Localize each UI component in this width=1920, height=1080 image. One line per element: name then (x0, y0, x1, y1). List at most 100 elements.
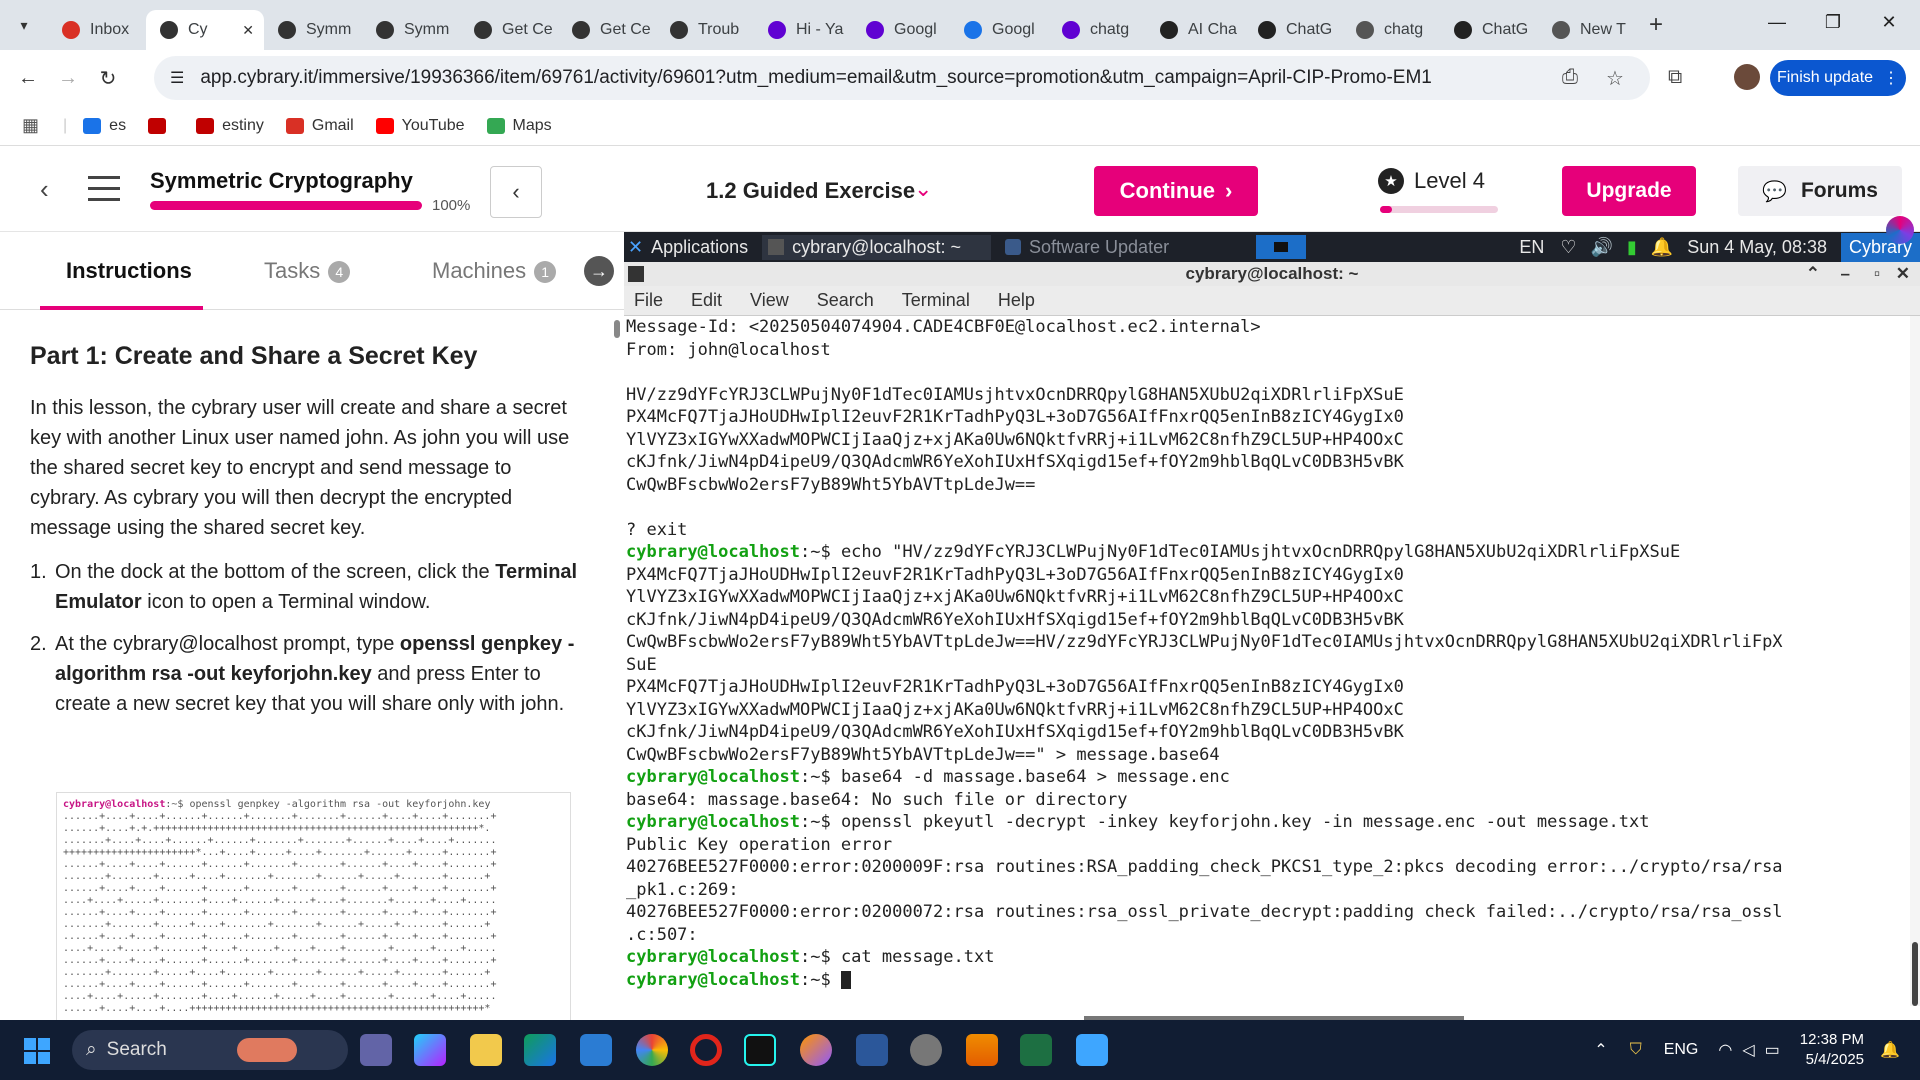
browser-tab[interactable]: Googl (852, 10, 950, 50)
notification-bell-icon[interactable]: 🔔 (1651, 237, 1673, 258)
assistant-extension-icon[interactable] (1886, 216, 1914, 244)
photos-icon[interactable] (1076, 1034, 1108, 1066)
taskbar-updater-item[interactable]: Software Updater (1005, 237, 1169, 258)
chrome-icon[interactable] (636, 1034, 668, 1066)
extensions-icon[interactable]: ⧉ (1668, 66, 1682, 89)
taskbar-search[interactable]: ⌕ Search (72, 1030, 348, 1070)
tab-tasks[interactable]: Tasks 4 (264, 258, 351, 284)
workspace-switcher[interactable] (1256, 235, 1306, 259)
browser-tab[interactable]: Get Ce (558, 10, 656, 50)
browser-tab[interactable]: chatg (1342, 10, 1440, 50)
previous-activity-button[interactable]: ‹ (490, 166, 542, 218)
wifi-icon[interactable]: ♡ (1560, 237, 1576, 258)
store-icon[interactable] (580, 1034, 612, 1066)
terminal-output[interactable]: Message-Id: <20250504074904.CADE4CBF0E@l… (624, 316, 1910, 1006)
maximize-button[interactable]: ❐ (1818, 12, 1848, 33)
vlc-icon[interactable] (966, 1034, 998, 1066)
keyboard-layout-indicator[interactable]: EN (1519, 237, 1544, 258)
browser-tab[interactable]: AI Cha (1146, 10, 1244, 50)
taskbar-clock[interactable]: 12:38 PM 5/4/2025 (1800, 1030, 1864, 1070)
minimize-icon[interactable]: – (1841, 262, 1850, 286)
copilot-icon[interactable] (414, 1034, 446, 1066)
site-info-icon[interactable]: ☰ (170, 68, 184, 88)
browser-tab[interactable]: chatg (1048, 10, 1146, 50)
bookmark-item[interactable]: Gmail (285, 117, 354, 135)
menu-edit[interactable]: Edit (691, 290, 722, 311)
browser-tab[interactable]: ChatG (1440, 10, 1538, 50)
apps-grid-icon[interactable]: ▦ (22, 115, 39, 136)
battery-icon[interactable]: ▭ (1765, 1040, 1780, 1060)
tab-machines[interactable]: Machines 1 (432, 258, 557, 284)
panel-clock[interactable]: Sun 4 May, 08:38 (1687, 237, 1827, 258)
install-app-icon[interactable]: ⎙ (1562, 66, 1578, 89)
profile-avatar[interactable] (1734, 64, 1760, 90)
more-menu-icon[interactable]: ⋮ (1883, 68, 1899, 88)
chevron-down-icon[interactable]: ⌄ (914, 176, 932, 202)
finish-update-button[interactable]: Finish update ⋮ (1770, 60, 1906, 96)
new-tab-button[interactable]: + (1636, 11, 1676, 39)
terminal-scrollbar-thumb[interactable] (1912, 942, 1918, 1006)
browser-tab[interactable]: Symm (264, 10, 362, 50)
menu-file[interactable]: File (634, 290, 663, 311)
bookmark-star-icon[interactable]: ☆ (1606, 66, 1624, 91)
menu-view[interactable]: View (750, 290, 789, 311)
battery-icon[interactable]: ▮ (1627, 237, 1637, 258)
volume-icon[interactable]: ◁ (1742, 1040, 1754, 1060)
bookmark-item[interactable]: es (83, 117, 126, 135)
menu-terminal[interactable]: Terminal (902, 290, 970, 311)
tabs-next-arrow-icon[interactable]: → (584, 256, 614, 286)
close-tab-icon[interactable]: ✕ (242, 22, 254, 39)
bookmark-item[interactable]: Maps (486, 117, 552, 135)
back-icon[interactable]: ← (8, 67, 48, 90)
exercise-title[interactable]: 1.2 Guided Exercise (706, 178, 915, 204)
tiktok-icon[interactable] (744, 1034, 776, 1066)
input-language[interactable]: ENG (1664, 1041, 1699, 1059)
wifi-icon[interactable]: ◠ (1718, 1040, 1732, 1060)
browser-tab[interactable]: Symm (362, 10, 460, 50)
close-icon[interactable]: ✕ (1896, 262, 1910, 286)
close-window-button[interactable]: ✕ (1874, 12, 1904, 33)
upgrade-button[interactable]: Upgrade (1562, 166, 1696, 216)
tab-instructions[interactable]: Instructions (66, 258, 192, 284)
menu-search[interactable]: Search (817, 290, 874, 311)
bookmark-item[interactable]: estiny (196, 117, 264, 135)
bookmark-item[interactable]: YouTube (375, 117, 465, 135)
volume-icon[interactable]: 🔊 (1590, 237, 1612, 258)
firefox-icon[interactable] (800, 1034, 832, 1066)
windows-start-icon[interactable] (24, 1038, 50, 1064)
reload-icon[interactable]: ↻ (88, 66, 128, 91)
forward-icon[interactable]: → (48, 67, 88, 90)
settings-gear-icon[interactable] (910, 1034, 942, 1066)
security-shield-icon[interactable]: ⛉ (1630, 1041, 1642, 1059)
teams-icon[interactable] (360, 1034, 392, 1066)
tab-search-dropdown-icon[interactable]: ▾ (0, 0, 48, 50)
excel-icon[interactable] (1020, 1034, 1052, 1066)
browser-tab[interactable]: Hi - Ya (754, 10, 852, 50)
minimize-button[interactable]: — (1762, 12, 1792, 33)
continue-button[interactable]: Continue › (1094, 166, 1258, 216)
forums-button[interactable]: 💬 Forums (1738, 166, 1902, 216)
terminal-scrollbar[interactable] (1910, 316, 1920, 1006)
maximize-icon[interactable]: ▫ (1874, 262, 1880, 286)
notification-bell-icon[interactable]: 🔔 (1880, 1040, 1900, 1060)
back-to-course-icon[interactable]: ‹ (40, 174, 49, 205)
browser-tab[interactable]: Troub (656, 10, 754, 50)
browser-tab[interactable]: Get Ce (460, 10, 558, 50)
menu-help[interactable]: Help (998, 290, 1035, 311)
word-icon[interactable] (856, 1034, 888, 1066)
bookmark-item[interactable] (148, 117, 174, 135)
file-explorer-icon[interactable] (470, 1034, 502, 1066)
taskbar-terminal-item[interactable]: cybrary@localhost: ~ (762, 234, 991, 260)
instructions-scrollbar[interactable] (612, 310, 622, 1010)
browser-tab[interactable]: Googl (950, 10, 1048, 50)
shade-icon[interactable]: ⌃ (1806, 262, 1820, 286)
opera-icon[interactable] (690, 1034, 722, 1066)
chevron-up-icon[interactable]: ⌃ (1594, 1040, 1607, 1060)
browser-tab[interactable]: Cy ✕ (146, 10, 264, 50)
applications-menu[interactable]: ✕ Applications (628, 237, 748, 258)
browser-tab[interactable]: ChatG (1244, 10, 1342, 50)
address-bar[interactable]: ☰ app.cybrary.it/immersive/19936366/item… (154, 56, 1650, 100)
edge-icon[interactable] (524, 1034, 556, 1066)
browser-tab[interactable]: Inbox (48, 10, 146, 50)
scrollbar-thumb[interactable] (614, 320, 620, 338)
